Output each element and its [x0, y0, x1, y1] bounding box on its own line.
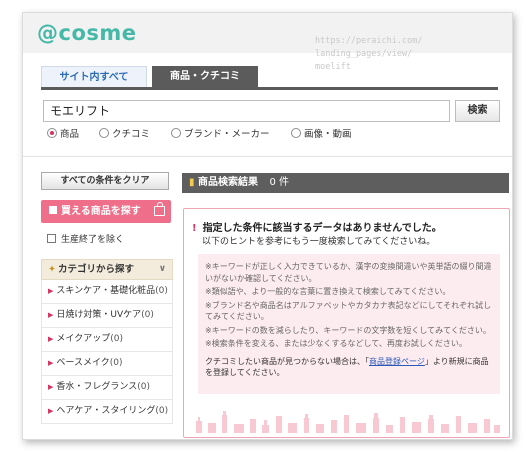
category-list: ▶ スキンケア・基礎化粧品(0) ▶ 日焼け対策・UVケア(0) ▶ メイクアップ(0…	[41, 280, 173, 424]
result-count: 0 件	[269, 177, 290, 188]
url-watermark: https://peraichi.com/ landing_pages/view…	[315, 36, 423, 72]
category-count: (0)	[137, 382, 150, 392]
hint-item: ※キーワードが正しく入力できているか、漢字の変換間違いや英単語の綴り間違いがない…	[205, 262, 492, 283]
find-buyable-button[interactable]: 買える商品を探す	[41, 200, 171, 223]
radio-review[interactable]: クチコミ	[99, 127, 150, 143]
arrow-right-icon: ▶	[48, 335, 54, 343]
arrow-right-icon: ▶	[48, 311, 54, 319]
category-label: 香水・フレグランス	[56, 382, 138, 392]
exclamation-icon: !	[192, 223, 197, 234]
radio-product[interactable]: 商品	[47, 127, 79, 143]
category-count: (0)	[155, 406, 169, 416]
category-count: (0)	[109, 358, 123, 368]
category-label: メイクアップ	[56, 334, 111, 344]
category-item-makeup[interactable]: ▶ メイクアップ(0)	[41, 328, 173, 352]
tab-site-all[interactable]: サイト内すべて	[41, 66, 147, 88]
register-pre: クチコミしたい商品が見つからない場合は、「	[205, 356, 369, 366]
hint-item: ※類似語や、より一般的な言葉に置き換えて検索してみてください。	[205, 287, 451, 296]
tab-underline	[41, 87, 498, 90]
radio-image-video[interactable]: 画像・動画	[291, 127, 352, 143]
category-label: ヘアケア・スタイリング	[56, 406, 156, 416]
find-buyable-label: 買える商品を探す	[61, 206, 141, 217]
category-label: ベースメイク	[56, 358, 110, 368]
radio-icon	[99, 128, 109, 138]
arrow-right-icon: ▶	[48, 383, 54, 391]
arrow-right-icon: ▶	[48, 287, 54, 295]
category-count: (0)	[141, 310, 154, 320]
no-result-panel: ! 指定した条件に該当するデータはありませんでした。 以下のヒントを参考にもう一度…	[183, 208, 510, 438]
category-header-label: カテゴリから探す	[57, 264, 134, 275]
search-button[interactable]: 検索	[455, 100, 500, 122]
category-item-uv[interactable]: ▶ 日焼け対策・UVケア(0)	[41, 304, 173, 328]
diamond-icon: ✦	[48, 264, 56, 275]
search-input[interactable]: モエリフト	[43, 100, 450, 122]
category-item-base-makeup[interactable]: ▶ ベースメイク(0)	[41, 352, 173, 376]
no-result-title-text: 指定した条件に該当するデータはありませんでした。	[202, 223, 442, 234]
search-hints: ※キーワードが正しく入力できているか、漢字の変換間違いや英単語の綴り間違いがない…	[198, 254, 500, 394]
result-header-bar: ▮ 商品検索結果 0 件	[182, 173, 509, 193]
exclude-discontinued-label: 生産終了を除く	[61, 235, 125, 245]
arrow-right-icon: ▶	[48, 359, 54, 367]
hint-item: ※キーワードの数を減らしたり、キーワードの文字数を短くしてみてください。	[205, 325, 491, 335]
category-count: (0)	[155, 286, 168, 296]
radio-label: 商品	[60, 129, 80, 140]
no-result-title: ! 指定した条件に該当するデータはありませんでした。	[192, 219, 442, 234]
clear-conditions-button[interactable]: すべての条件をクリア	[41, 172, 169, 190]
radio-label: ブランド・メーカー	[184, 129, 270, 140]
register-product-text: クチコミしたい商品が見つからない場合は、「商品登録ページ」より新規に商品を登録し…	[205, 356, 493, 379]
radio-selected-icon	[47, 128, 57, 138]
site-header: @cosme https://peraichi.com/ landing_pag…	[23, 13, 512, 72]
radio-label: クチコミ	[112, 129, 151, 140]
tab-product-review[interactable]: 商品・クチコミ	[152, 66, 258, 88]
bottle-icon: ▮	[189, 177, 195, 188]
radio-brand-maker[interactable]: ブランド・メーカー	[171, 127, 270, 143]
no-result-subtitle: 以下のヒントを参考にもう一度検索してみてくださいね。	[202, 237, 436, 247]
product-register-link[interactable]: 商品登録ページ	[369, 357, 425, 366]
exclude-discontinued-checkbox[interactable]: 生産終了を除く	[47, 234, 124, 246]
category-label: スキンケア・基礎化粧品	[56, 286, 156, 296]
category-header[interactable]: ✦ カテゴリから探す ∨	[41, 259, 173, 280]
radio-icon	[171, 128, 181, 138]
chevron-down-icon: ∨	[158, 264, 166, 274]
category-label: 日焼け対策・UVケア	[56, 310, 142, 320]
checkbox-icon	[47, 234, 56, 243]
section-divider	[23, 156, 512, 157]
cosmetics-skyline-decoration	[196, 411, 500, 433]
cosme-logo[interactable]: @cosme	[37, 21, 137, 45]
hint-item: ※ブランド名や商品名はアルファベットやカタカナ表記などにしてそれぞれ試してみてく…	[205, 300, 492, 322]
shopping-bag-icon	[154, 202, 165, 216]
category-item-fragrance[interactable]: ▶ 香水・フレグランス(0)	[41, 376, 173, 400]
screenshot-frame: @cosme https://peraichi.com/ landing_pag…	[22, 12, 513, 440]
result-title: 商品検索結果	[198, 177, 258, 188]
category-item-skincare[interactable]: ▶ スキンケア・基礎化粧品(0)	[41, 280, 173, 304]
radio-icon	[291, 128, 301, 138]
category-count: (0)	[110, 334, 123, 344]
radio-label: 画像・動画	[304, 129, 352, 140]
arrow-right-icon: ▶	[48, 407, 54, 415]
hint-item: ※検索条件を変える、または少なくするなどして、再度お試しください。	[205, 339, 467, 348]
category-item-haircare[interactable]: ▶ ヘアケア・スタイリング(0)	[41, 400, 173, 424]
checkbox-icon	[49, 206, 57, 214]
